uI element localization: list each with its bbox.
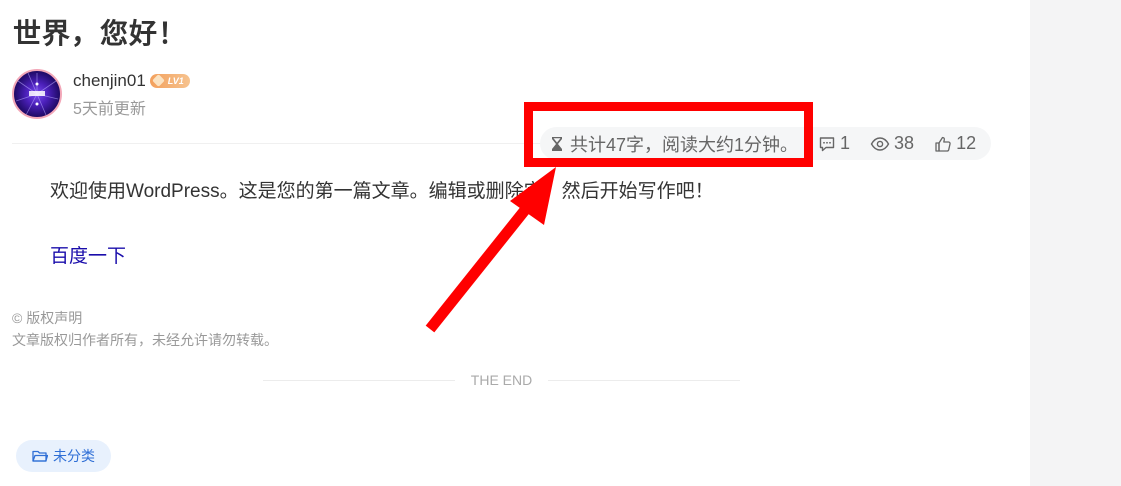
post-title: 世界，您好！ (13, 18, 188, 49)
view-count: 38 (894, 133, 915, 153)
category-tag[interactable]: 未分类 (16, 440, 111, 472)
copyright-text: 文章版权归作者所有，未经允许请勿转载。 (12, 332, 278, 348)
author-name[interactable]: chenjin01 (73, 71, 146, 91)
comment-count-stat[interactable]: 1 (818, 133, 850, 154)
category-label: 未分类 (53, 448, 95, 464)
thumbs-up-icon (935, 136, 951, 152)
like-count: 12 (956, 133, 977, 153)
the-end-divider: THE END (263, 370, 741, 390)
comment-icon (819, 136, 835, 151)
copyright-heading: © 版权声明 (12, 310, 83, 326)
gem-icon (151, 74, 165, 87)
baidu-link[interactable]: 百度一下 (50, 241, 126, 268)
avatar[interactable] (12, 69, 62, 119)
copyright-notice: © 版权声明 文章版权归作者所有，未经允许请勿转载。 (12, 307, 278, 351)
like-count-stat[interactable]: 12 (934, 133, 976, 154)
updated-time: 5天前更新 (73, 100, 146, 118)
comment-count: 1 (840, 133, 851, 153)
post-paragraph: 欢迎使用WordPress。这是您的第一篇文章。编辑或删除它，然后开始写作吧！ (50, 181, 714, 202)
view-count-stat: 38 (870, 133, 914, 154)
divider (12, 143, 552, 144)
post-main: 世界，您好！ chenjin01 LV1 5天前更新 共计47字，阅读大约1分钟… (0, 0, 1030, 486)
level-badge: LV1 (149, 73, 190, 88)
author-info: chenjin01 LV1 5天前更新 (73, 70, 190, 119)
author-name-row: chenjin01 LV1 (73, 70, 190, 92)
folder-icon (32, 450, 48, 462)
right-sidebar (1030, 0, 1121, 486)
author-block: chenjin01 LV1 5天前更新 (12, 69, 190, 119)
annotation-highlight-box (524, 102, 813, 167)
eye-icon (870, 136, 890, 151)
level-label: LV1 (167, 75, 184, 86)
the-end-text: THE END (470, 372, 533, 388)
the-end-line-left (263, 379, 455, 381)
the-end-line-right (548, 379, 741, 381)
